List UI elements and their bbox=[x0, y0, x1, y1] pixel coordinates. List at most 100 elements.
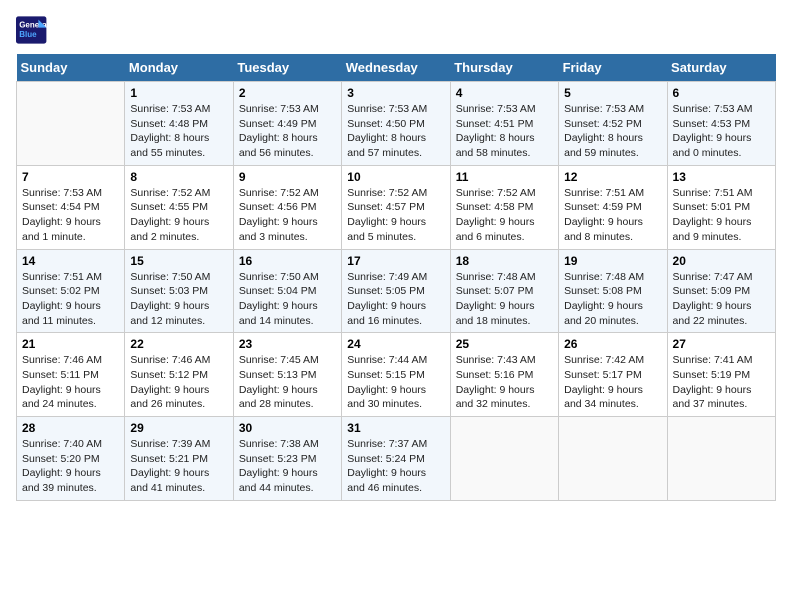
day-info: Sunrise: 7:53 AM Sunset: 4:53 PM Dayligh… bbox=[673, 102, 770, 161]
weekday-header-thursday: Thursday bbox=[450, 54, 558, 82]
calendar-cell: 20 Sunrise: 7:47 AM Sunset: 5:09 PM Dayli… bbox=[667, 249, 775, 333]
day-number: 12 bbox=[564, 170, 661, 184]
day-info: Sunrise: 7:53 AM Sunset: 4:49 PM Dayligh… bbox=[239, 102, 336, 161]
day-info: Sunrise: 7:39 AM Sunset: 5:21 PM Dayligh… bbox=[130, 437, 227, 496]
day-info: Sunrise: 7:53 AM Sunset: 4:54 PM Dayligh… bbox=[22, 186, 119, 245]
day-number: 17 bbox=[347, 254, 444, 268]
page-header: General Blue bbox=[16, 16, 776, 44]
day-number: 21 bbox=[22, 337, 119, 351]
day-info: Sunrise: 7:46 AM Sunset: 5:11 PM Dayligh… bbox=[22, 353, 119, 412]
day-info: Sunrise: 7:51 AM Sunset: 4:59 PM Dayligh… bbox=[564, 186, 661, 245]
day-number: 7 bbox=[22, 170, 119, 184]
calendar-cell: 2 Sunrise: 7:53 AM Sunset: 4:49 PM Daylig… bbox=[233, 82, 341, 166]
calendar-cell: 13 Sunrise: 7:51 AM Sunset: 5:01 PM Dayli… bbox=[667, 165, 775, 249]
calendar-cell: 28 Sunrise: 7:40 AM Sunset: 5:20 PM Dayli… bbox=[17, 417, 125, 501]
calendar-header-row: SundayMondayTuesdayWednesdayThursdayFrid… bbox=[17, 54, 776, 82]
weekday-header-sunday: Sunday bbox=[17, 54, 125, 82]
day-info: Sunrise: 7:49 AM Sunset: 5:05 PM Dayligh… bbox=[347, 270, 444, 329]
calendar-cell: 3Sunrise: 7:53 AM Sunset: 4:50 PM Daylig… bbox=[342, 82, 450, 166]
day-number: 11 bbox=[456, 170, 553, 184]
day-info: Sunrise: 7:51 AM Sunset: 5:01 PM Dayligh… bbox=[673, 186, 770, 245]
weekday-header-monday: Monday bbox=[125, 54, 233, 82]
day-info: Sunrise: 7:48 AM Sunset: 5:08 PM Dayligh… bbox=[564, 270, 661, 329]
day-info: Sunrise: 7:52 AM Sunset: 4:55 PM Dayligh… bbox=[130, 186, 227, 245]
calendar-cell: 11 Sunrise: 7:52 AM Sunset: 4:58 PM Dayli… bbox=[450, 165, 558, 249]
calendar-cell: 29 Sunrise: 7:39 AM Sunset: 5:21 PM Dayli… bbox=[125, 417, 233, 501]
day-info: Sunrise: 7:50 AM Sunset: 5:04 PM Dayligh… bbox=[239, 270, 336, 329]
calendar-cell: 17 Sunrise: 7:49 AM Sunset: 5:05 PM Dayli… bbox=[342, 249, 450, 333]
calendar-cell bbox=[667, 417, 775, 501]
day-info: Sunrise: 7:53 AM Sunset: 4:48 PM Dayligh… bbox=[130, 102, 227, 161]
day-number: 16 bbox=[239, 254, 336, 268]
day-number: 9 bbox=[239, 170, 336, 184]
calendar-cell: 9 Sunrise: 7:52 AM Sunset: 4:56 PM Daylig… bbox=[233, 165, 341, 249]
day-number: 1 bbox=[130, 86, 227, 100]
calendar-week-row: 28 Sunrise: 7:40 AM Sunset: 5:20 PM Dayli… bbox=[17, 417, 776, 501]
calendar-cell: 10Sunrise: 7:52 AM Sunset: 4:57 PM Dayli… bbox=[342, 165, 450, 249]
day-number: 2 bbox=[239, 86, 336, 100]
weekday-header-wednesday: Wednesday bbox=[342, 54, 450, 82]
calendar-cell: 14 Sunrise: 7:51 AM Sunset: 5:02 PM Dayli… bbox=[17, 249, 125, 333]
calendar-cell: 15Sunrise: 7:50 AM Sunset: 5:03 PM Dayli… bbox=[125, 249, 233, 333]
calendar-week-row: 14 Sunrise: 7:51 AM Sunset: 5:02 PM Dayli… bbox=[17, 249, 776, 333]
calendar-cell: 26Sunrise: 7:42 AM Sunset: 5:17 PM Dayli… bbox=[559, 333, 667, 417]
day-number: 23 bbox=[239, 337, 336, 351]
calendar-table: SundayMondayTuesdayWednesdayThursdayFrid… bbox=[16, 54, 776, 501]
day-info: Sunrise: 7:47 AM Sunset: 5:09 PM Dayligh… bbox=[673, 270, 770, 329]
day-info: Sunrise: 7:53 AM Sunset: 4:52 PM Dayligh… bbox=[564, 102, 661, 161]
weekday-header-saturday: Saturday bbox=[667, 54, 775, 82]
day-number: 28 bbox=[22, 421, 119, 435]
day-number: 6 bbox=[673, 86, 770, 100]
day-number: 25 bbox=[456, 337, 553, 351]
day-number: 3 bbox=[347, 86, 444, 100]
day-info: Sunrise: 7:46 AM Sunset: 5:12 PM Dayligh… bbox=[130, 353, 227, 412]
calendar-cell bbox=[450, 417, 558, 501]
calendar-cell: 18Sunrise: 7:48 AM Sunset: 5:07 PM Dayli… bbox=[450, 249, 558, 333]
calendar-week-row: 21 Sunrise: 7:46 AM Sunset: 5:11 PM Dayli… bbox=[17, 333, 776, 417]
calendar-cell: 7 Sunrise: 7:53 AM Sunset: 4:54 PM Daylig… bbox=[17, 165, 125, 249]
day-number: 29 bbox=[130, 421, 227, 435]
calendar-cell: 8 Sunrise: 7:52 AM Sunset: 4:55 PM Daylig… bbox=[125, 165, 233, 249]
day-number: 8 bbox=[130, 170, 227, 184]
day-number: 10 bbox=[347, 170, 444, 184]
day-info: Sunrise: 7:52 AM Sunset: 4:58 PM Dayligh… bbox=[456, 186, 553, 245]
day-number: 19 bbox=[564, 254, 661, 268]
day-info: Sunrise: 7:38 AM Sunset: 5:23 PM Dayligh… bbox=[239, 437, 336, 496]
calendar-week-row: 1 Sunrise: 7:53 AM Sunset: 4:48 PM Daylig… bbox=[17, 82, 776, 166]
day-number: 24 bbox=[347, 337, 444, 351]
day-info: Sunrise: 7:40 AM Sunset: 5:20 PM Dayligh… bbox=[22, 437, 119, 496]
day-number: 4 bbox=[456, 86, 553, 100]
svg-text:Blue: Blue bbox=[19, 30, 37, 39]
weekday-header-tuesday: Tuesday bbox=[233, 54, 341, 82]
calendar-cell: 21 Sunrise: 7:46 AM Sunset: 5:11 PM Dayli… bbox=[17, 333, 125, 417]
day-info: Sunrise: 7:41 AM Sunset: 5:19 PM Dayligh… bbox=[673, 353, 770, 412]
day-info: Sunrise: 7:42 AM Sunset: 5:17 PM Dayligh… bbox=[564, 353, 661, 412]
day-number: 20 bbox=[673, 254, 770, 268]
calendar-cell: 5 Sunrise: 7:53 AM Sunset: 4:52 PM Daylig… bbox=[559, 82, 667, 166]
day-info: Sunrise: 7:52 AM Sunset: 4:56 PM Dayligh… bbox=[239, 186, 336, 245]
calendar-cell: 23 Sunrise: 7:45 AM Sunset: 5:13 PM Dayli… bbox=[233, 333, 341, 417]
day-info: Sunrise: 7:44 AM Sunset: 5:15 PM Dayligh… bbox=[347, 353, 444, 412]
day-info: Sunrise: 7:51 AM Sunset: 5:02 PM Dayligh… bbox=[22, 270, 119, 329]
calendar-cell: 22 Sunrise: 7:46 AM Sunset: 5:12 PM Dayli… bbox=[125, 333, 233, 417]
calendar-cell: 25Sunrise: 7:43 AM Sunset: 5:16 PM Dayli… bbox=[450, 333, 558, 417]
calendar-cell: 6 Sunrise: 7:53 AM Sunset: 4:53 PM Daylig… bbox=[667, 82, 775, 166]
calendar-cell: 30Sunrise: 7:38 AM Sunset: 5:23 PM Dayli… bbox=[233, 417, 341, 501]
day-info: Sunrise: 7:45 AM Sunset: 5:13 PM Dayligh… bbox=[239, 353, 336, 412]
day-number: 14 bbox=[22, 254, 119, 268]
calendar-cell: 31Sunrise: 7:37 AM Sunset: 5:24 PM Dayli… bbox=[342, 417, 450, 501]
day-info: Sunrise: 7:53 AM Sunset: 4:51 PM Dayligh… bbox=[456, 102, 553, 161]
calendar-cell: 12 Sunrise: 7:51 AM Sunset: 4:59 PM Dayli… bbox=[559, 165, 667, 249]
calendar-cell: 27 Sunrise: 7:41 AM Sunset: 5:19 PM Dayli… bbox=[667, 333, 775, 417]
day-number: 27 bbox=[673, 337, 770, 351]
calendar-cell bbox=[559, 417, 667, 501]
calendar-cell: 19 Sunrise: 7:48 AM Sunset: 5:08 PM Dayli… bbox=[559, 249, 667, 333]
calendar-cell: 16 Sunrise: 7:50 AM Sunset: 5:04 PM Dayli… bbox=[233, 249, 341, 333]
day-number: 15 bbox=[130, 254, 227, 268]
day-number: 5 bbox=[564, 86, 661, 100]
day-number: 22 bbox=[130, 337, 227, 351]
day-info: Sunrise: 7:37 AM Sunset: 5:24 PM Dayligh… bbox=[347, 437, 444, 496]
day-number: 18 bbox=[456, 254, 553, 268]
logo-icon: General Blue bbox=[16, 16, 48, 44]
day-number: 13 bbox=[673, 170, 770, 184]
